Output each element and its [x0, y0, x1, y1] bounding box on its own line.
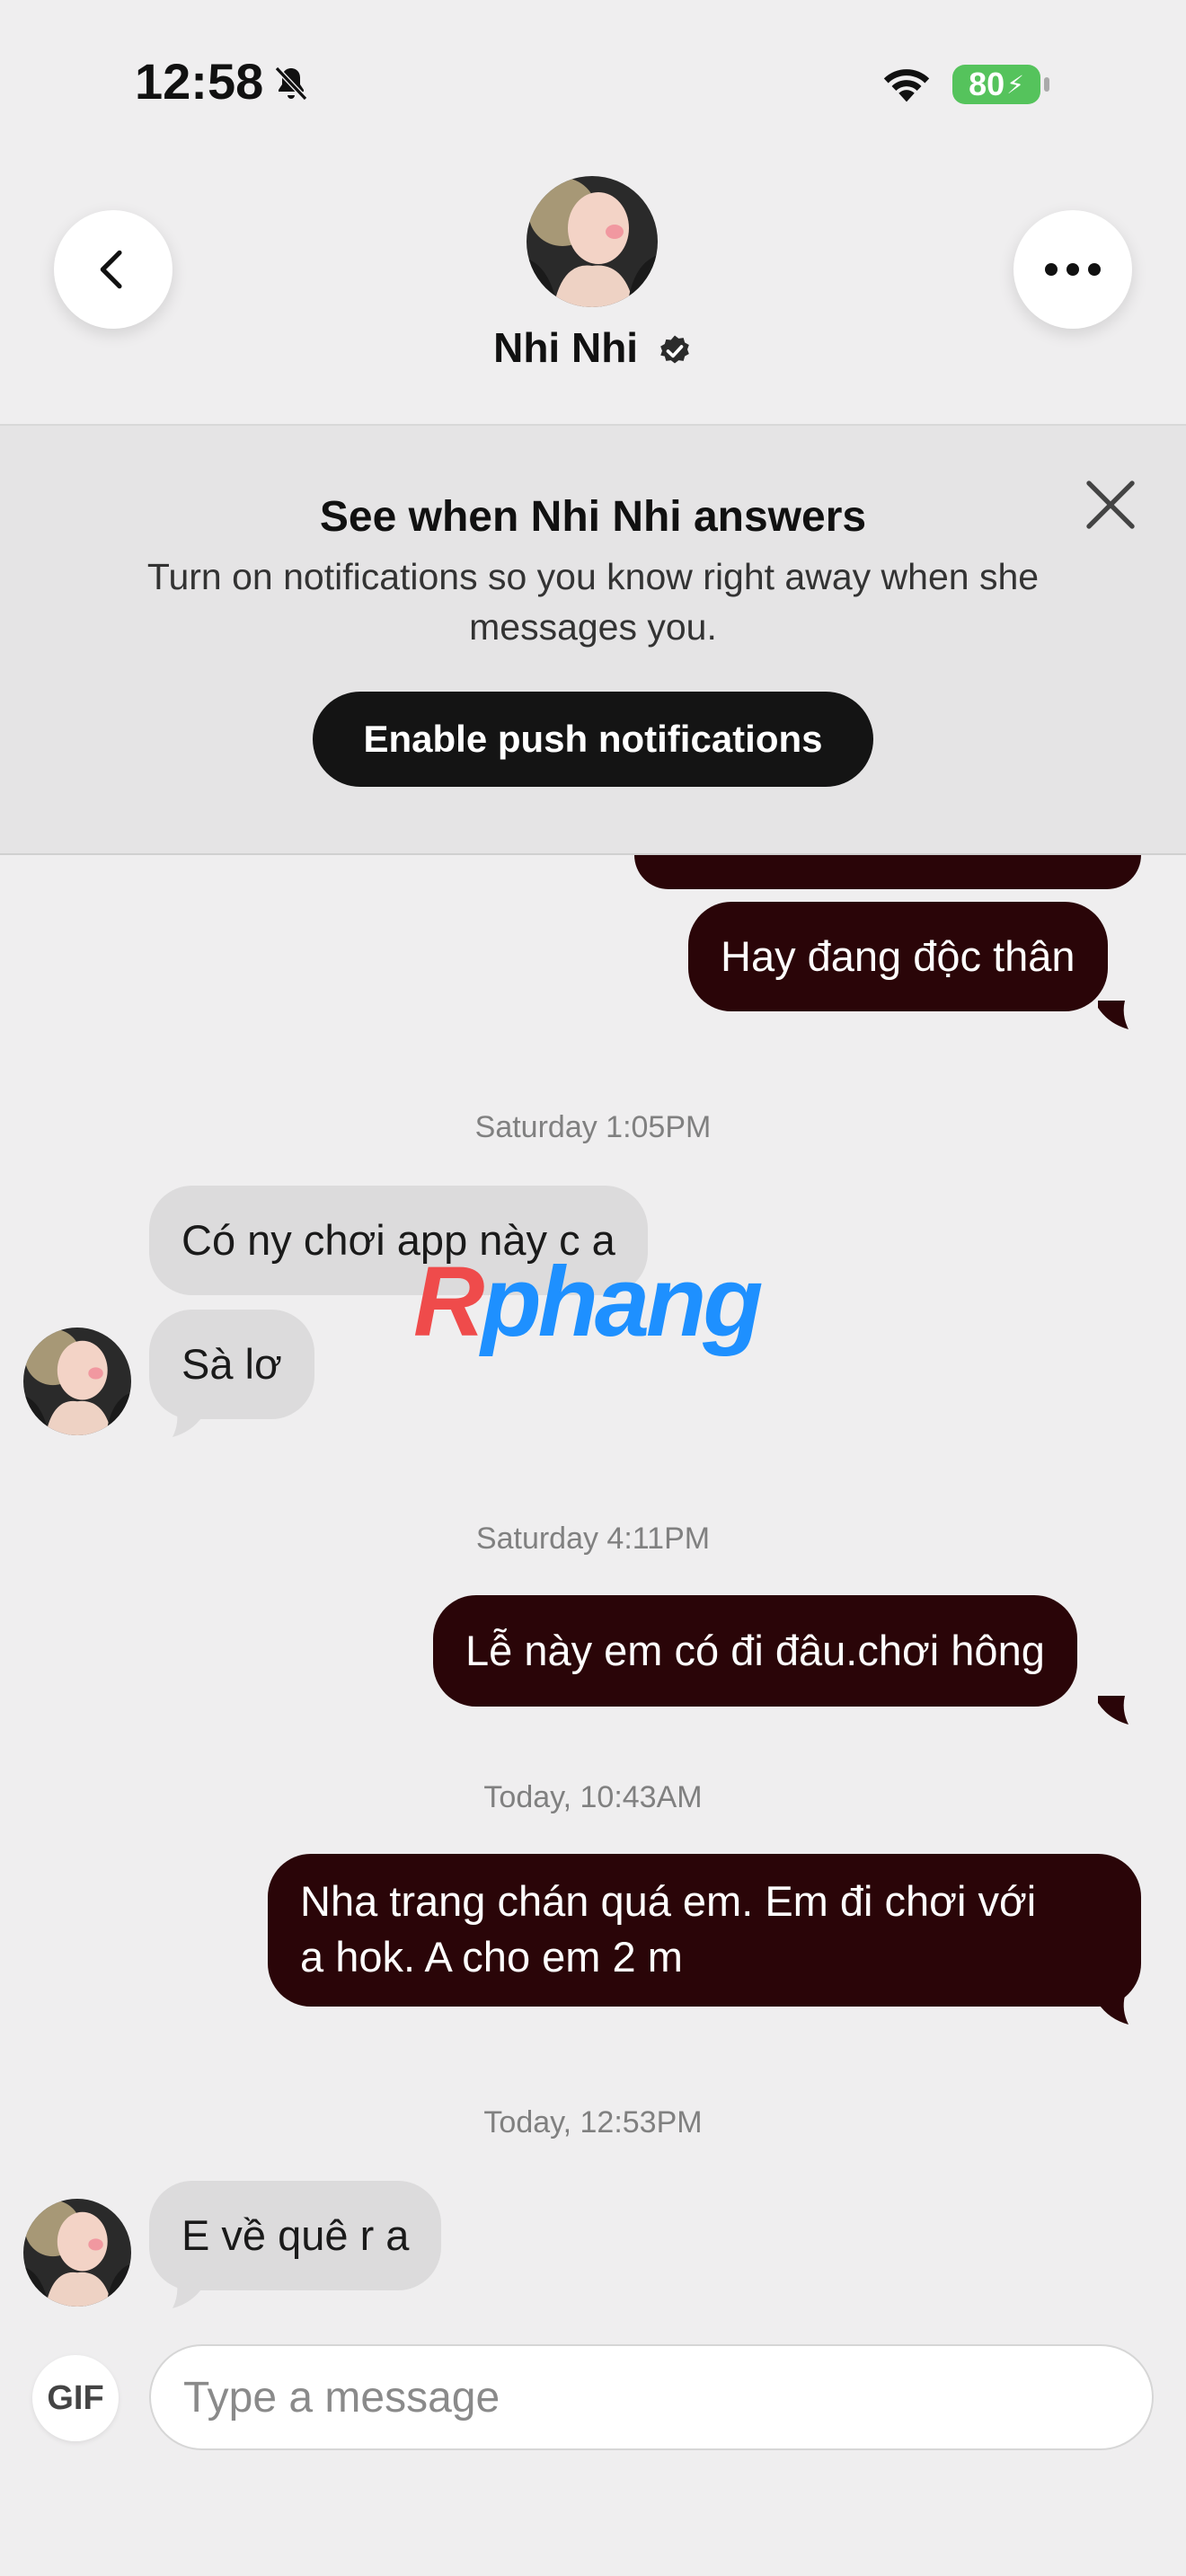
close-icon[interactable]: [1078, 472, 1143, 537]
timestamp: Today, 10:43AM: [483, 1780, 703, 1814]
status-time: 12:58: [135, 53, 264, 110]
more-options-button[interactable]: [1013, 210, 1132, 329]
back-button[interactable]: [54, 210, 173, 329]
timestamp: Today, 12:53PM: [483, 2105, 703, 2139]
verified-badge-icon: [660, 335, 689, 364]
message-input[interactable]: [149, 2344, 1154, 2450]
message-text: E về quê r a: [181, 2211, 410, 2259]
battery-charging-icon: 80 ⚡: [952, 65, 1049, 104]
more-horizontal-icon: [1045, 263, 1101, 276]
message-bubble-outgoing-partial: [634, 855, 1141, 889]
message-bubble-outgoing[interactable]: Lễ này em có đi đâu.chơi hông: [433, 1595, 1077, 1707]
enable-push-notifications-button[interactable]: Enable push notifications: [313, 692, 873, 787]
timestamp: Saturday 1:05PM: [474, 1110, 712, 1144]
message-text-line-1: Nha trang chán quá em. Em đi chơi với: [300, 1877, 1037, 1925]
message-text: Lễ này em có đi đâu.chơi hông: [465, 1627, 1045, 1674]
avatar[interactable]: [23, 2199, 131, 2307]
bubble-tail: [1098, 1696, 1128, 1725]
banner-text: Turn on notifications so you know right …: [146, 556, 1040, 648]
avatar[interactable]: [23, 1328, 131, 1435]
message-bubble-outgoing[interactable]: Nha trang chán quá em. Em đi chơi với a …: [268, 1854, 1141, 2007]
bubble-tail: [173, 1408, 203, 1437]
message-text-line-2: a hok. A cho em 2 m: [300, 1933, 683, 1981]
gif-button[interactable]: GIF: [32, 2355, 119, 2441]
watermark: Rphang: [413, 1247, 763, 1357]
contact-name-row[interactable]: Nhi Nhi: [0, 323, 1186, 372]
message-bubble-outgoing[interactable]: Hay đang độc thân: [688, 902, 1108, 1011]
message-bubble-incoming[interactable]: Sà lơ: [149, 1310, 314, 1419]
wifi-icon: [883, 69, 930, 102]
avatar[interactable]: [527, 176, 658, 307]
message-text: Sà lơ: [181, 1340, 282, 1388]
bubble-tail: [1098, 1001, 1128, 1029]
message-bubble-incoming[interactable]: E về quê r a: [149, 2181, 442, 2290]
battery-level: 80: [969, 66, 1005, 102]
bubble-tail: [1098, 1996, 1128, 2025]
bell-slash-icon: [274, 66, 308, 101]
timestamp: Saturday 4:11PM: [475, 1522, 711, 1556]
chevron-left-icon: [100, 250, 122, 289]
message-text: Hay đang độc thân: [721, 932, 1075, 980]
bubble-tail: [173, 2280, 203, 2308]
contact-name: Nhi Nhi: [493, 324, 639, 371]
banner-title: See when Nhi Nhi answers: [319, 493, 867, 541]
